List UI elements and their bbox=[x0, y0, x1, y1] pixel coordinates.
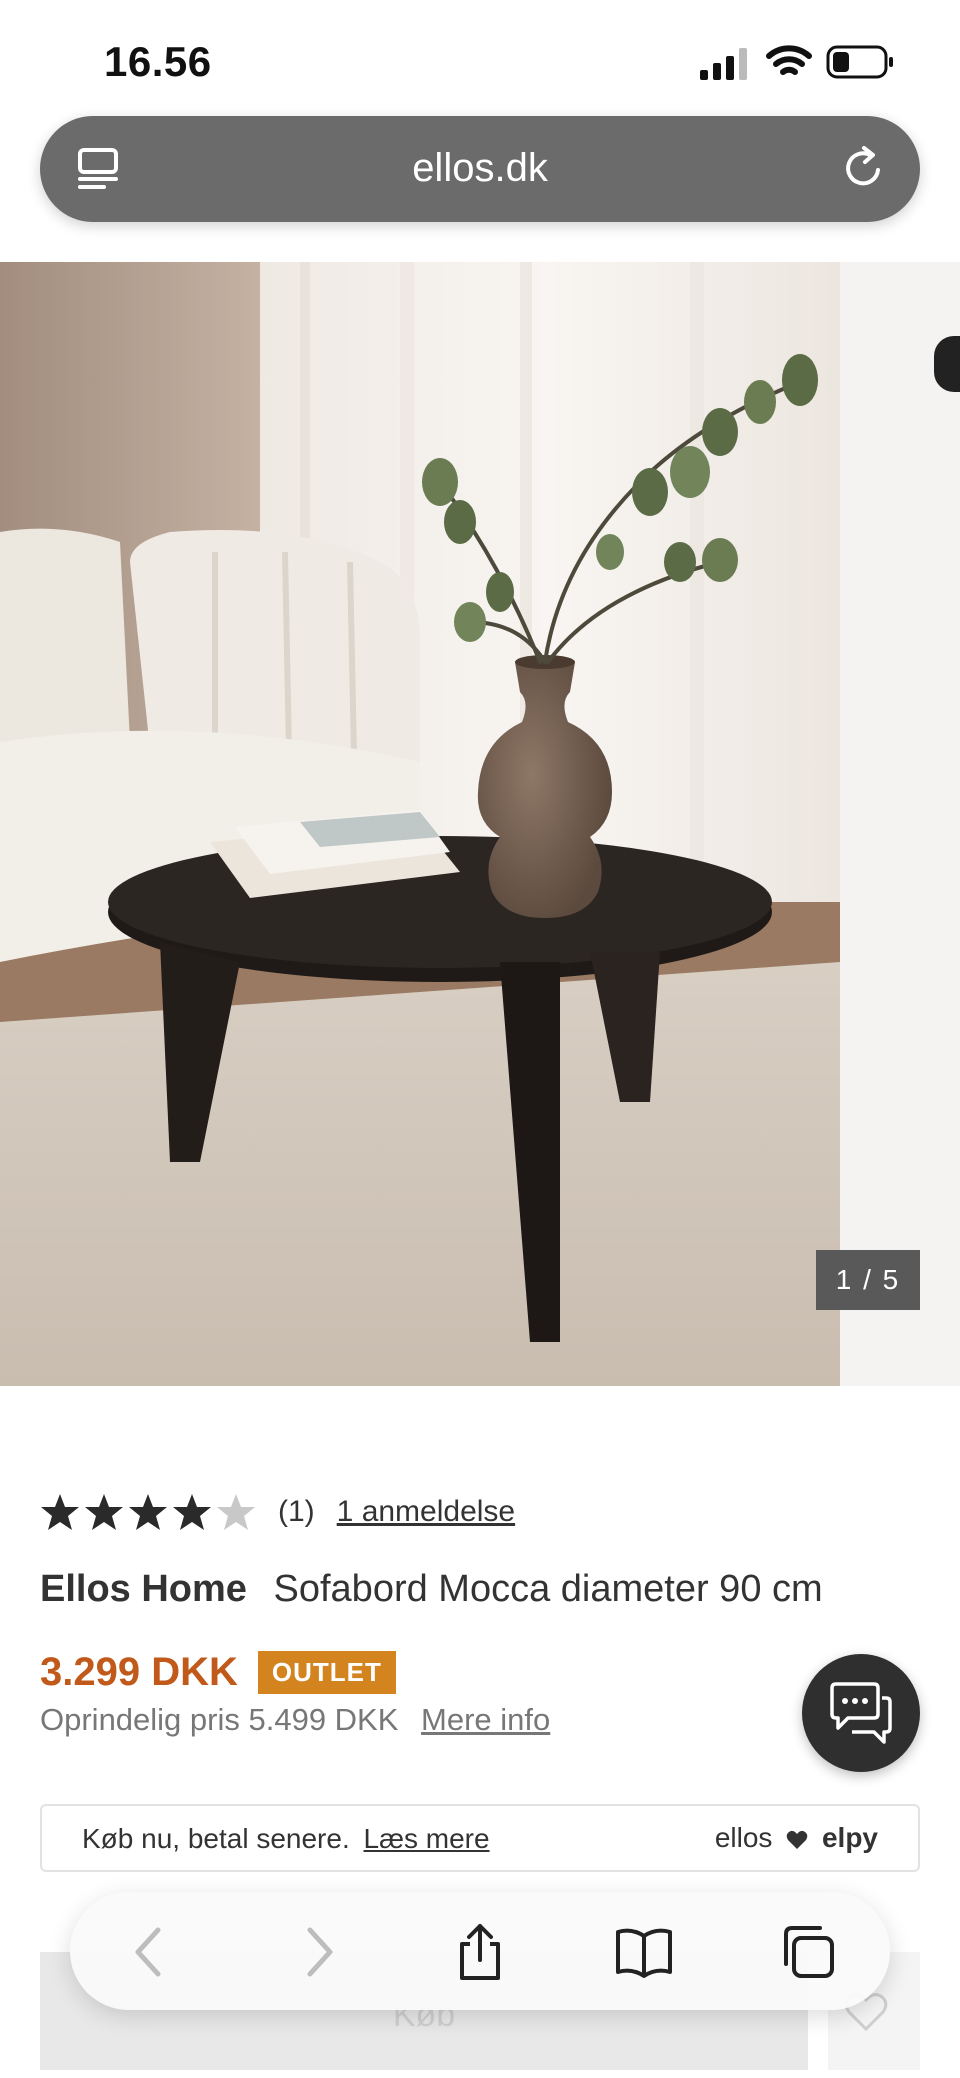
bnpl-text: Køb nu, betal senere. bbox=[82, 1823, 350, 1854]
browser-toolbar bbox=[70, 1892, 890, 2010]
logo-elpy-text: elpy bbox=[821, 1822, 878, 1853]
next-image-peek[interactable] bbox=[840, 262, 960, 1386]
wifi-icon bbox=[766, 45, 812, 75]
rating-count: (1) bbox=[278, 1495, 315, 1528]
rating-row: (1) 1 anmeldelse bbox=[40, 1490, 515, 1534]
product-name: Sofabord Mocca diameter 90 cm bbox=[273, 1568, 823, 1610]
product-price: 3.299 DKK bbox=[40, 1649, 238, 1694]
original-price: Oprindelig pris 5.499 DKK bbox=[40, 1702, 399, 1737]
product-photo[interactable] bbox=[0, 262, 840, 1386]
tabs-icon[interactable] bbox=[778, 1922, 838, 1982]
url-text[interactable]: ellos.dk bbox=[40, 146, 920, 191]
next-image-object bbox=[934, 336, 960, 392]
product-brand[interactable]: Ellos Home bbox=[40, 1568, 247, 1610]
star-icon bbox=[129, 1494, 167, 1530]
bnpl-text-row: Køb nu, betal senere. Læs mere bbox=[82, 1823, 490, 1855]
url-bar[interactable]: ellos.dk bbox=[40, 116, 920, 222]
outlet-badge: OUTLET bbox=[257, 1650, 396, 1694]
status-bar: 16.56 bbox=[0, 0, 960, 112]
battery-icon bbox=[826, 45, 893, 79]
product-title: Ellos Home Sofabord Mocca diameter 90 cm bbox=[40, 1568, 823, 1611]
bookmarks-icon[interactable] bbox=[614, 1922, 674, 1982]
star-icon bbox=[173, 1494, 211, 1530]
bnpl-read-more-link[interactable]: Læs mere bbox=[364, 1823, 490, 1854]
star-icon bbox=[41, 1494, 79, 1530]
star-empty-icon bbox=[217, 1494, 255, 1530]
bnpl-banner: Køb nu, betal senere. Læs mere ellos elp… bbox=[40, 1804, 920, 1872]
reload-icon[interactable] bbox=[840, 144, 888, 192]
logo-ellos-text: ellos bbox=[714, 1822, 773, 1853]
share-icon[interactable] bbox=[450, 1922, 510, 1982]
product-photo-illustration bbox=[0, 262, 840, 1386]
more-info-link[interactable]: Mere info bbox=[421, 1702, 550, 1737]
reviews-link[interactable]: 1 anmeldelse bbox=[337, 1495, 515, 1529]
product-image-gallery[interactable] bbox=[0, 262, 960, 1386]
status-time: 16.56 bbox=[104, 38, 212, 85]
image-counter: 1 / 5 bbox=[816, 1250, 920, 1310]
chat-button[interactable] bbox=[802, 1654, 920, 1772]
price-row: 3.299 DKK OUTLET bbox=[40, 1648, 396, 1696]
forward-icon[interactable] bbox=[288, 1922, 348, 1982]
star-icon bbox=[85, 1494, 123, 1530]
original-price-row: Oprindelig pris 5.499 DKK Mere info bbox=[40, 1702, 550, 1738]
ellos-elpy-logo: ellos elpy bbox=[715, 1822, 878, 1854]
chat-icon bbox=[830, 1682, 892, 1744]
heart-icon bbox=[786, 1830, 808, 1849]
back-icon[interactable] bbox=[120, 1922, 180, 1982]
rating-stars bbox=[40, 1492, 256, 1532]
cellular-signal-icon bbox=[700, 48, 747, 80]
